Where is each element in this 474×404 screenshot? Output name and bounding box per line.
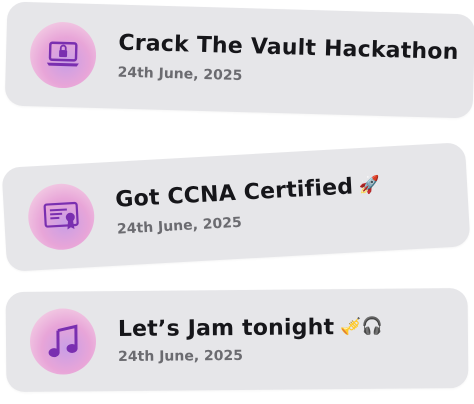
- activity-card-hackathon[interactable]: Crack The Vault Hackathon 24th June, 202…: [4, 1, 474, 119]
- card-title: Let’s Jam tonight 🎺🎧: [117, 315, 384, 343]
- activity-card-ccna[interactable]: Got CCNA Certified 🚀 24th June, 2025: [1, 142, 471, 272]
- certificate-icon: [26, 181, 97, 252]
- card-date: 24th June, 2025: [118, 347, 244, 366]
- music-note-icon: [29, 308, 97, 375]
- card-title: Crack The Vault Hackathon: [118, 30, 459, 66]
- card-title: Got CCNA Certified 🚀: [114, 174, 382, 213]
- lock-laptop-icon: [29, 21, 97, 89]
- activity-card-jam[interactable]: Let’s Jam tonight 🎺🎧 24th June, 2025: [5, 287, 469, 393]
- rocket-emoji: 🚀: [358, 174, 382, 197]
- card-date: 24th June, 2025: [117, 64, 243, 85]
- trumpet-headphones-emoji: 🎺🎧: [340, 316, 384, 338]
- card-date: 24th June, 2025: [116, 214, 243, 238]
